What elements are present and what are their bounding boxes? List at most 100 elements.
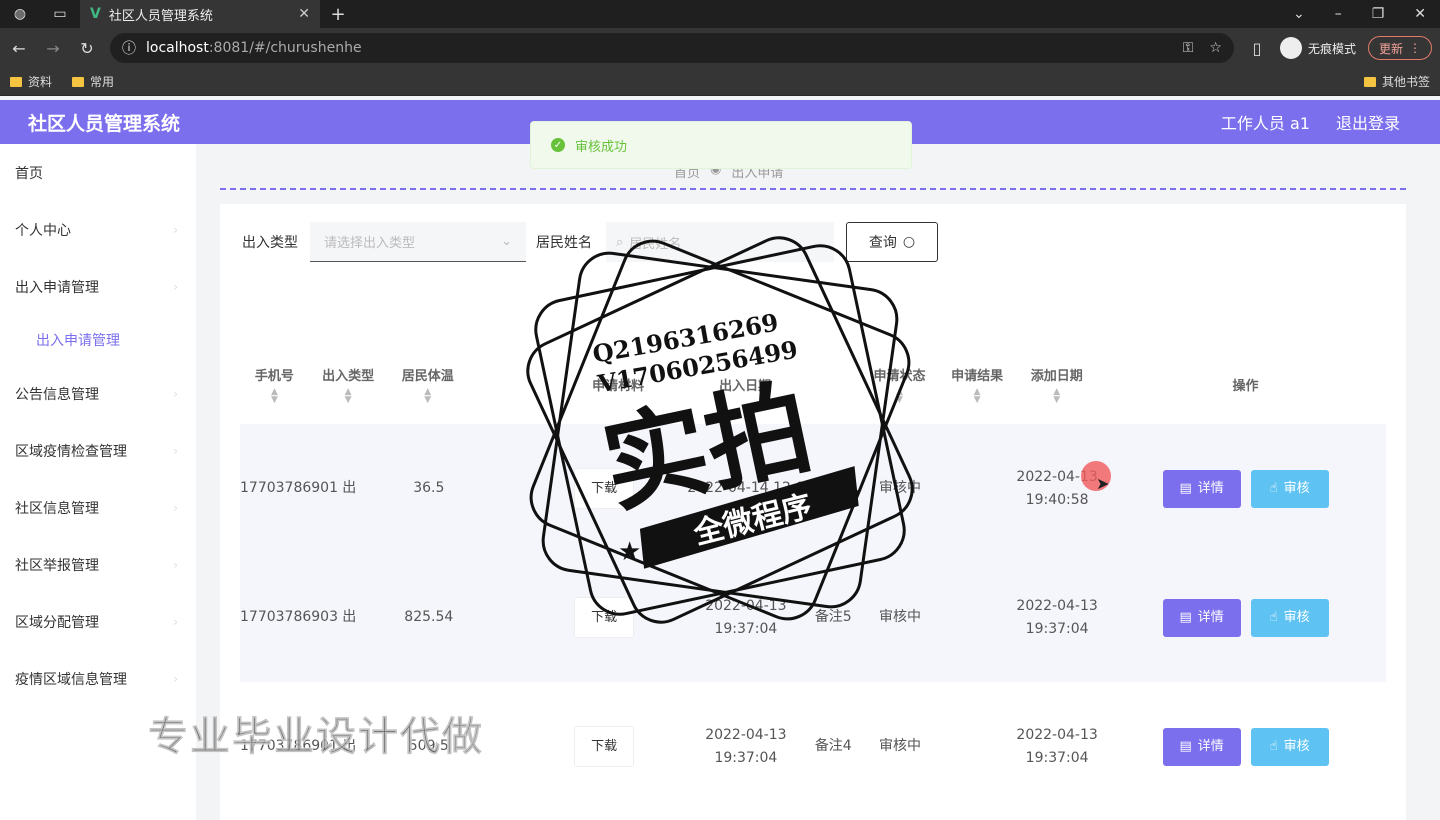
download-button[interactable]: 下载 [574, 726, 635, 767]
check-circle-icon: ✓ [551, 138, 565, 152]
type-filter-label: 出入类型 [242, 235, 298, 251]
download-button[interactable]: 下载 [574, 468, 635, 509]
sidebar-item-access-apply[interactable]: 出入申请管理 › [0, 258, 196, 315]
window-controls: ⌄ – ❐ ✕ [1293, 6, 1440, 22]
cell-status: 审核中 [879, 738, 922, 754]
folder-icon [10, 76, 22, 87]
detail-button[interactable]: ▤ 详情 [1162, 469, 1241, 508]
sidebar-item-profile[interactable]: 个人中心 › [0, 201, 196, 258]
detail-button[interactable]: ▤ 详情 [1162, 598, 1241, 637]
chevron-icon: › [173, 557, 178, 572]
cell-date: 2022-04-14 12:0 [687, 480, 805, 496]
bookmark-folder[interactable]: 资料 [10, 73, 52, 90]
sort-icon: ▲ ▼ [424, 386, 432, 405]
col-result[interactable]: 申请结果 ▲ ▼ [946, 365, 1009, 405]
tab-close-icon[interactable]: ✕ [298, 6, 310, 22]
chevron-down-icon: ⌄ [501, 234, 512, 249]
chevron-icon: › [173, 671, 178, 686]
sidebar-subitem-access-apply[interactable]: 出入申请管理 [0, 315, 196, 365]
col-added[interactable]: 添加日期 ▲ ▼ [1009, 365, 1105, 405]
url-host: localhost [146, 40, 209, 56]
browser-tabbar: ◍ ▭ V 社区人员管理系统 ✕ + ⌄ – ❐ ✕ [0, 0, 1440, 28]
chevron-icon: › [173, 614, 178, 629]
update-button[interactable]: 更新 ⋮ [1367, 36, 1432, 60]
search-button[interactable]: 查询 ○ [846, 222, 938, 262]
col-material[interactable]: 申请材料 [468, 375, 678, 394]
info-icon[interactable]: ⓘ [122, 38, 136, 58]
logout-link[interactable]: 退出登录 [1336, 110, 1400, 134]
tab-search-icon[interactable]: ⌄ [1293, 6, 1305, 22]
download-button[interactable]: 下载 [574, 597, 635, 638]
col-status[interactable]: 申请状态 ▲ ▼ [853, 365, 945, 405]
restore-icon[interactable]: ❐ [1372, 6, 1385, 22]
search-icon: ⌕ [616, 234, 624, 250]
current-user: 工作人员 a1 [1220, 114, 1310, 133]
cell-date: 2022-04-13 19:37:04 [705, 726, 787, 766]
sidebar-item-home[interactable]: 首页 [0, 144, 196, 201]
col-date[interactable]: 出入日期 [678, 375, 812, 394]
audit-button[interactable]: ☝ 审核 [1250, 727, 1329, 766]
update-label: 更新 [1378, 41, 1403, 56]
cell-phone: 17703786903 [240, 609, 338, 625]
type-select-placeholder: 请选择出入类型 [324, 236, 416, 251]
incognito-label: 无痕模式 [1307, 41, 1356, 56]
sidebar-toggle-icon[interactable]: ▯ [1246, 39, 1268, 58]
sort-icon: ▲ ▼ [270, 386, 278, 405]
search-icon: ○ [902, 234, 916, 250]
minimize-icon[interactable]: – [1335, 6, 1342, 22]
col-temp[interactable]: 居民体温 ▲ ▼ [387, 365, 468, 405]
cursor-icon: ➤ [1096, 474, 1110, 493]
type-select[interactable]: 请选择出入类型 ⌄ [310, 222, 526, 262]
audit-button[interactable]: ☝ 审核 [1250, 598, 1329, 637]
cell-added: 2022-04-13 19:37:04 [1016, 726, 1098, 766]
watermark-bottom-text: 专业毕业设计代做 [148, 714, 484, 761]
globe-icon[interactable]: ◍ [0, 0, 40, 28]
tab-strip-icon[interactable]: ▭ [40, 0, 80, 28]
name-filter-label: 居民姓名 [536, 235, 592, 251]
audit-button[interactable]: ☝ 审核 [1250, 469, 1329, 508]
thumb-icon: ☝ [1269, 481, 1278, 496]
key-icon[interactable]: ⚿ [1183, 40, 1194, 56]
toast-message: 审核成功 [575, 139, 628, 155]
table-row: 17703786901 出 36.5 下载 2022-04-14 12:0 审核… [240, 424, 1386, 553]
col-phone[interactable]: 手机号 ▲ ▼ [240, 365, 309, 405]
sidebar-item-community-info[interactable]: 社区信息管理 › [0, 479, 196, 536]
sidebar-item-epidemic-area[interactable]: 疫情区域信息管理 › [0, 650, 196, 707]
back-icon[interactable]: ← [8, 39, 30, 58]
browser-tab[interactable]: V 社区人员管理系统 ✕ [80, 0, 320, 28]
table-row: 17703786903 出 825.54 下载 2022-04-13 19:37… [240, 553, 1386, 682]
vue-logo-icon: V [90, 6, 101, 22]
star-icon[interactable]: ☆ [1209, 40, 1222, 56]
filter-bar: 出入类型 请选择出入类型 ⌄ 居民姓名 ⌕ 居民姓名 查询 ○ [242, 222, 938, 262]
name-search-input[interactable]: ⌕ 居民姓名 [606, 222, 834, 262]
new-tab-button[interactable]: + [320, 4, 356, 25]
sidebar-item-report[interactable]: 社区举报管理 › [0, 536, 196, 593]
sidebar-item-area-assign[interactable]: 区域分配管理 › [0, 593, 196, 650]
col-ops: 操作 [1232, 378, 1259, 394]
col-type[interactable]: 出入类型 ▲ ▼ [309, 365, 388, 405]
sort-icon: ▲ ▼ [1053, 386, 1061, 405]
cell-date: 2022-04-13 19:37:04 [705, 597, 787, 637]
incognito-icon [1279, 37, 1302, 59]
cell-phone: 17703786901 [240, 480, 338, 496]
cell-temp: 825.54 [404, 609, 454, 625]
url-path: :8081/#/churushenhe [208, 40, 362, 56]
cell-note: 备注4 [814, 738, 852, 754]
forward-icon[interactable]: → [42, 39, 64, 58]
other-bookmarks[interactable]: 其他书签 [1363, 73, 1430, 90]
sidebar-item-notice[interactable]: 公告信息管理 › [0, 365, 196, 422]
bookmark-folder[interactable]: 常用 [72, 73, 114, 90]
reload-icon[interactable]: ↻ [76, 39, 98, 58]
address-bar[interactable]: ⓘ localhost:8081/#/churushenhe ⚿ ☆ [110, 33, 1234, 63]
thumb-icon: ☝ [1269, 610, 1278, 625]
detail-button[interactable]: ▤ 详情 [1162, 727, 1241, 766]
cell-added: 2022-04-13 19:37:04 [1016, 597, 1098, 637]
chevron-icon: › [173, 386, 178, 401]
incognito-indicator[interactable]: 无痕模式 [1279, 37, 1356, 59]
cell-status: 审核中 [879, 480, 922, 496]
document-icon: ▤ [1179, 481, 1192, 496]
sidebar-item-epidemic-check[interactable]: 区域疫情检查管理 › [0, 422, 196, 479]
close-window-icon[interactable]: ✕ [1414, 6, 1426, 22]
table-header: 手机号 ▲ ▼ 出入类型 ▲ ▼ 居民体温 ▲ ▼ 申请材料 出入日期 申请状态 ▲ ▼ 申请结… [240, 344, 1386, 424]
sort-icon: ▲ ▼ [973, 386, 981, 405]
